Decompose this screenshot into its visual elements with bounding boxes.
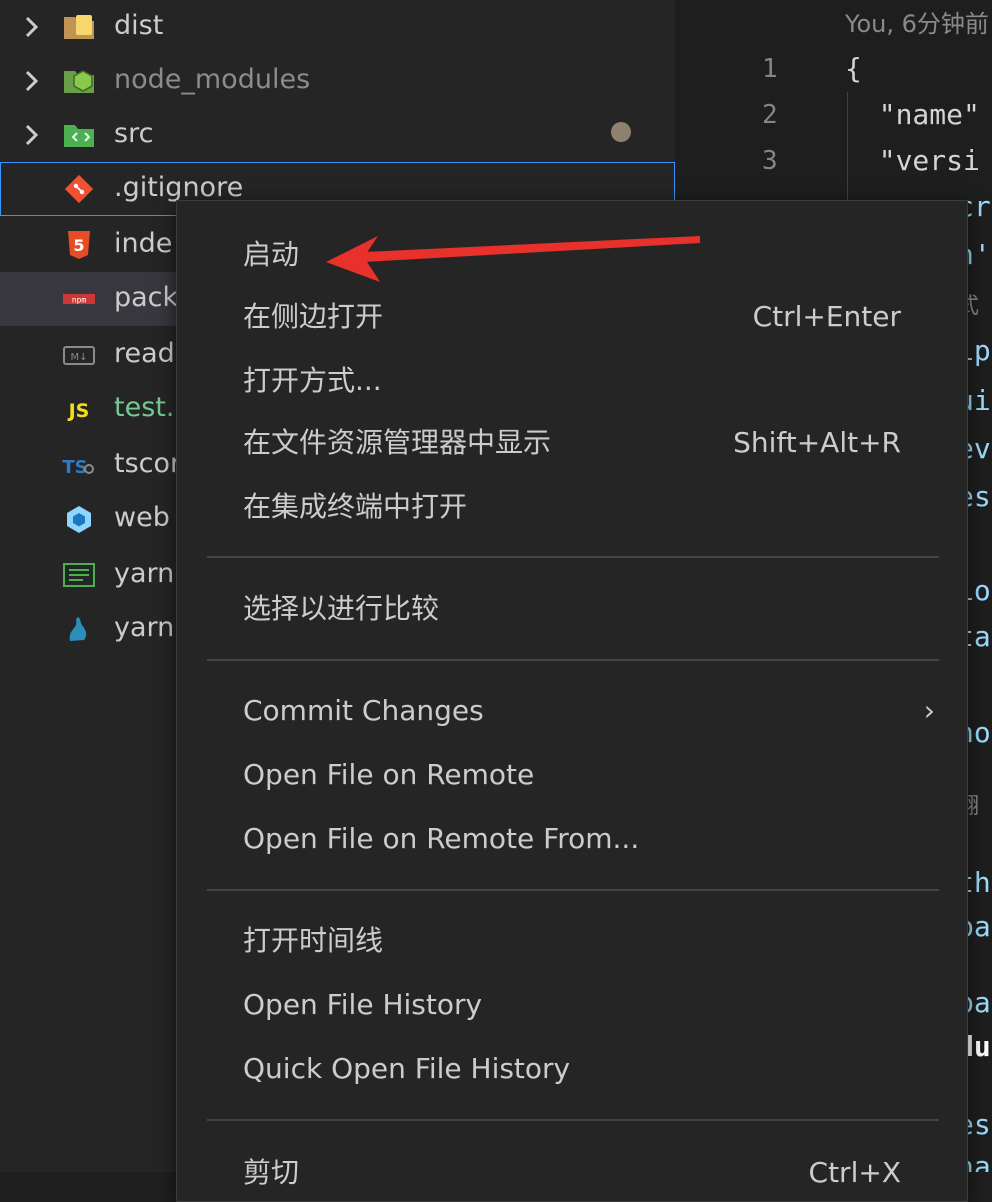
menu-item-shortcut: Ctrl+X [808,1156,901,1189]
git-blame-annotation: You, 6分钟前 [845,10,989,38]
folder-dist-icon [64,15,94,39]
tree-item-label: src [114,118,154,149]
tree-item-label: inde [114,228,173,259]
folder-src-icon [64,125,94,147]
chevron-right-icon[interactable] [22,121,42,149]
menu-separator [207,1119,939,1121]
svg-text:5: 5 [73,236,84,255]
menu-item-label: 在集成终端中打开 [243,490,468,523]
menu-item-label: Open File History [243,988,483,1021]
tree-item-label: tscor [114,448,182,479]
menu-item-label: 打开方式... [243,364,382,397]
tree-item-label: yarn [114,612,175,643]
menu-item-open-file-history[interactable]: Open File History [177,977,967,1033]
menu-item-commit-changes[interactable]: Commit Changes › [177,683,967,739]
menu-separator [207,889,939,891]
chevron-right-icon[interactable] [22,67,42,95]
menu-item-open-with[interactable]: 打开方式... [177,353,967,409]
svg-text:JS: JS [67,400,90,422]
menu-item-label: 在侧边打开 [243,300,384,333]
code-line: { [845,52,862,85]
menu-separator [207,659,939,661]
line-number: 1 [762,54,778,84]
menu-item-open-file-on-remote[interactable]: Open File on Remote [177,747,967,803]
menu-separator [207,556,939,558]
tree-item-node-modules[interactable]: node_modules [0,54,675,108]
svg-text:npm: npm [72,296,87,305]
tree-item-dist[interactable]: dist [0,0,675,54]
tree-item-label: test. [114,392,175,423]
folder-node-icon [64,70,94,93]
tree-item-label: pack [114,282,179,313]
menu-item-label: 在文件资源管理器中显示 [243,426,552,459]
tree-item-label: yarn [114,558,175,589]
menu-item-reveal-in-explorer[interactable]: 在文件资源管理器中显示 Shift+Alt+R [177,415,967,471]
git-icon [64,174,94,204]
markdown-icon: M↓ [63,346,95,365]
menu-item-open-to-side[interactable]: 在侧边打开 Ctrl+Enter [177,289,967,345]
chevron-right-icon[interactable] [22,13,42,41]
menu-item-label: 启动 [243,238,300,271]
menu-item-label: 打开时间线 [243,924,384,957]
menu-item-label: 选择以进行比较 [243,592,440,625]
menu-item-shortcut: Ctrl+Enter [752,300,901,333]
menu-item-shortcut: Shift+Alt+R [733,426,901,459]
menu-item-open-file-on-remote-from[interactable]: Open File on Remote From... [177,811,967,867]
context-menu: 启动 在侧边打开 Ctrl+Enter 打开方式... 在文件资源管理器中显示 … [176,200,968,1202]
menu-item-launch[interactable]: 启动 [177,227,967,283]
menu-item-select-for-compare[interactable]: 选择以进行比较 [177,581,967,637]
tree-item-src[interactable]: src [0,108,675,162]
menu-item-quick-open-file-history[interactable]: Quick Open File History [177,1041,967,1097]
tree-item-label: read [114,338,175,369]
npm-icon: npm [63,294,95,305]
menu-item-label: Open File on Remote [243,758,535,791]
menu-item-label: 剪切 [243,1156,300,1189]
html5-icon: 5 [68,231,90,259]
svg-text:TS: TS [62,457,87,478]
menu-item-label: Open File on Remote From... [243,822,640,855]
tree-item-label: web [114,502,170,533]
yarn-icon [69,617,87,641]
svg-text:M↓: M↓ [70,352,87,363]
menu-item-open-timeline[interactable]: 打开时间线 [177,913,967,969]
line-number: 3 [762,146,778,176]
modified-dot-icon [611,122,631,142]
yarn-log-icon [63,563,95,587]
menu-item-label: Quick Open File History [243,1052,571,1085]
menu-item-label: Commit Changes [243,694,484,727]
tree-item-label: dist [114,10,164,41]
menu-item-open-in-terminal[interactable]: 在集成终端中打开 [177,479,967,535]
line-number: 2 [762,100,778,130]
chevron-right-icon: › [923,694,935,727]
typescript-config-icon: TS [62,457,94,478]
javascript-icon: JS [67,400,90,422]
webpack-icon [67,506,91,533]
code-line: "versi [845,144,980,177]
menu-item-cut[interactable]: 剪切 Ctrl+X [177,1145,967,1201]
code-line: "name" [845,98,980,131]
tree-item-label: node_modules [114,64,311,95]
